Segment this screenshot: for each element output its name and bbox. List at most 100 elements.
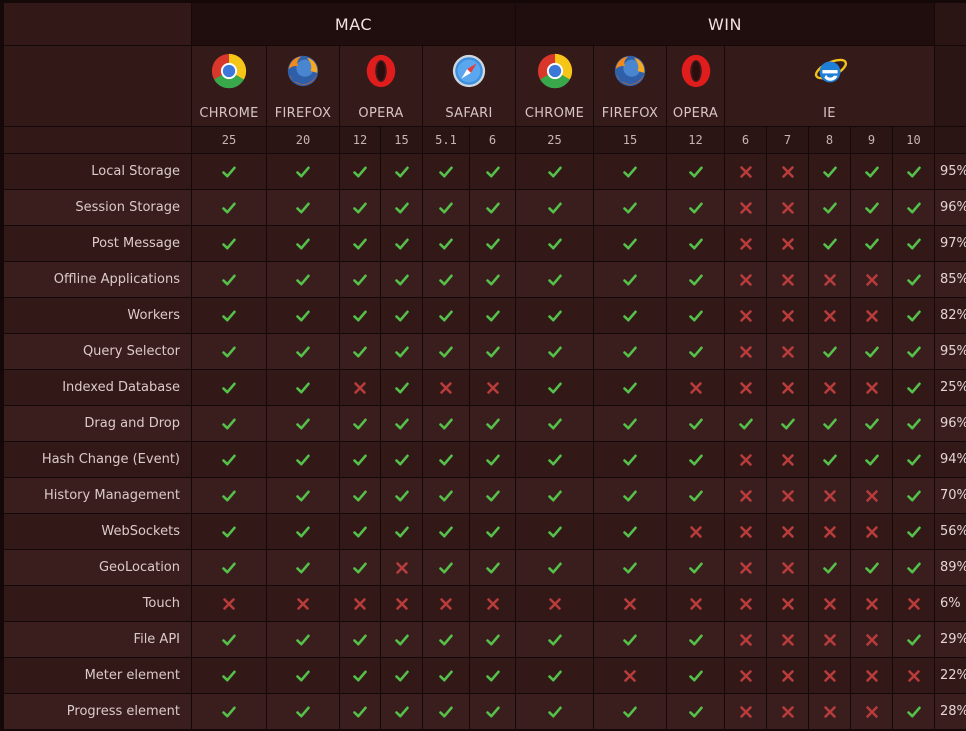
check-icon xyxy=(222,165,236,179)
cross-icon xyxy=(486,381,500,395)
support-cell xyxy=(667,622,724,657)
support-cell xyxy=(809,658,850,693)
browser-name: FIREFOX xyxy=(601,106,659,121)
version-label: 25 xyxy=(547,133,562,147)
support-cell xyxy=(809,190,850,225)
support-cell xyxy=(851,622,892,657)
support-cell xyxy=(809,154,850,189)
support-cell xyxy=(767,154,808,189)
support-cell xyxy=(470,694,515,729)
support-cell xyxy=(851,154,892,189)
cross-icon xyxy=(865,381,879,395)
support-cell xyxy=(423,262,469,297)
check-icon xyxy=(222,381,236,395)
support-cell xyxy=(725,370,766,405)
cross-icon xyxy=(865,705,879,719)
check-icon xyxy=(353,201,367,215)
check-icon xyxy=(353,345,367,359)
support-cell xyxy=(192,406,266,441)
version-label: 12 xyxy=(688,133,703,147)
support-cell xyxy=(594,658,666,693)
support-percentage: 95% xyxy=(940,164,966,179)
support-cell xyxy=(725,550,766,585)
check-icon xyxy=(353,489,367,503)
cross-icon xyxy=(781,597,795,611)
version-label: 20 xyxy=(295,133,311,147)
check-icon xyxy=(623,165,637,179)
browser-header-ie: IE xyxy=(725,46,934,126)
version-label: 5.1 xyxy=(435,133,457,147)
check-icon xyxy=(822,165,837,179)
cross-icon xyxy=(823,489,837,503)
support-cell xyxy=(809,262,850,297)
cross-icon xyxy=(739,489,753,503)
check-icon xyxy=(906,237,921,251)
support-cell xyxy=(767,550,808,585)
percentage-cell: 82% xyxy=(935,298,966,333)
support-cell xyxy=(423,550,469,585)
support-cell xyxy=(851,658,892,693)
support-cell xyxy=(423,298,469,333)
feature-name-cell: Touch xyxy=(4,586,191,621)
cross-icon xyxy=(486,597,500,611)
support-cell xyxy=(851,694,892,729)
feature-name: Touch xyxy=(142,596,180,611)
cross-icon xyxy=(739,273,753,287)
support-cell xyxy=(809,370,850,405)
support-cell xyxy=(893,622,934,657)
check-icon xyxy=(906,273,921,287)
support-cell xyxy=(893,658,934,693)
support-cell xyxy=(725,586,766,621)
support-cell xyxy=(851,514,892,549)
support-cell xyxy=(767,658,808,693)
percentage-cell: 29% xyxy=(935,622,966,657)
platform-header-mac: MAC xyxy=(192,3,515,45)
support-cell xyxy=(470,406,515,441)
check-icon xyxy=(394,489,409,503)
percentage-cell: 6% xyxy=(935,586,966,621)
feature-name: Meter element xyxy=(84,668,180,683)
firefox-icon xyxy=(284,52,322,94)
cross-icon xyxy=(689,381,703,395)
check-icon xyxy=(296,417,310,431)
browser-name: CHROME xyxy=(199,106,259,121)
check-icon xyxy=(822,237,837,251)
support-cell xyxy=(381,514,422,549)
support-cell xyxy=(423,478,469,513)
percentage-cell: 85% xyxy=(935,262,966,297)
support-cell xyxy=(423,190,469,225)
support-percentage: 70% xyxy=(940,488,966,503)
support-percentage: 28% xyxy=(940,704,966,719)
check-icon xyxy=(394,525,409,539)
cross-icon xyxy=(395,597,409,611)
support-cell xyxy=(267,442,339,477)
support-cell xyxy=(725,622,766,657)
check-icon xyxy=(353,561,367,575)
support-cell xyxy=(381,586,422,621)
check-icon xyxy=(864,201,879,215)
cross-icon xyxy=(439,597,453,611)
opera-icon xyxy=(362,52,400,94)
cross-icon xyxy=(781,561,795,575)
browser-header-safari: SAFARI xyxy=(423,46,515,126)
support-cell xyxy=(809,406,850,441)
check-icon xyxy=(822,345,837,359)
support-cell xyxy=(809,298,850,333)
support-cell xyxy=(516,658,593,693)
support-cell xyxy=(851,226,892,261)
cross-icon xyxy=(865,525,879,539)
browser-header-chrome: CHROME xyxy=(192,46,266,126)
version-header: 15 xyxy=(381,127,422,153)
support-cell xyxy=(594,622,666,657)
version-label: 9 xyxy=(867,133,876,147)
support-cell xyxy=(516,442,593,477)
cross-icon xyxy=(353,597,367,611)
support-cell xyxy=(381,550,422,585)
check-icon xyxy=(394,237,409,251)
cross-icon xyxy=(865,597,879,611)
check-icon xyxy=(547,309,562,323)
version-label: 15 xyxy=(622,133,638,147)
support-cell xyxy=(893,154,934,189)
feature-name-cell: Local Storage xyxy=(4,154,191,189)
support-cell xyxy=(667,226,724,261)
